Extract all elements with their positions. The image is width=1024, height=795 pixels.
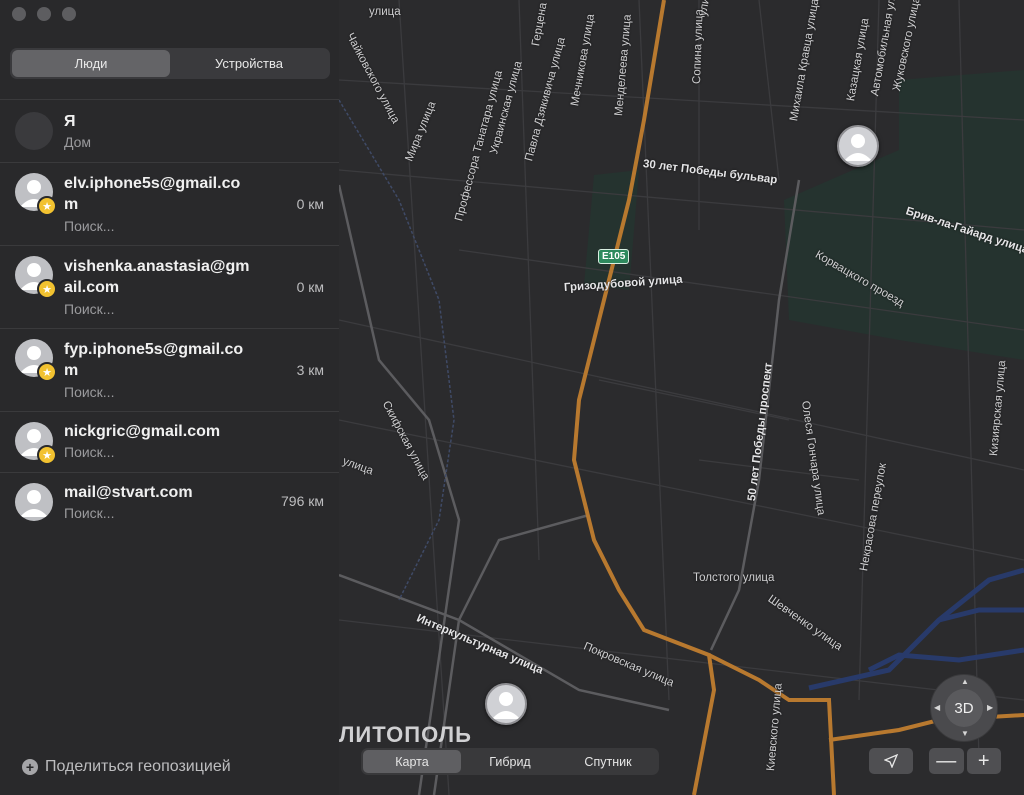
person-distance: 796 км — [281, 493, 324, 509]
map-type-satellite[interactable]: Спутник — [559, 750, 657, 773]
star-icon: ★ — [37, 196, 57, 216]
person-name: mail@stvart.com — [64, 484, 193, 501]
tab-people[interactable]: Люди — [12, 50, 170, 77]
star-icon: ★ — [37, 279, 57, 299]
map-type-map[interactable]: Карта — [363, 750, 461, 773]
person-status: Поиск... — [64, 444, 115, 460]
city-label: ЛИТОПОЛЬ — [339, 722, 472, 747]
person-distance: 0 км — [296, 196, 324, 212]
minimize-window-button[interactable] — [37, 7, 51, 21]
map-canvas — [339, 0, 1024, 795]
map-view[interactable]: Чайковского улица улица Герцена Мечников… — [339, 0, 1024, 795]
zoom-control: — + — [929, 748, 1001, 774]
tab-devices[interactable]: Устройства — [170, 50, 328, 77]
person-status: Поиск... — [64, 384, 115, 400]
list-item[interactable]: ★ vishenka.anastasia@gmail.com Поиск... … — [0, 245, 339, 328]
person-name: fyp.iphone5s@gmail.com — [64, 341, 244, 379]
list-item[interactable]: ★ nickgric@gmail.com Поиск... — [0, 411, 339, 472]
compass-west-tick: ◀ — [934, 703, 941, 712]
plus-icon: + — [22, 759, 38, 775]
person-status: Поиск... — [64, 218, 115, 234]
compass-control[interactable]: ▲ ▼ ◀ ▶ 3D — [931, 675, 997, 741]
list-item[interactable]: ★ elv.iphone5s@gmail.com Поиск... 0 км — [0, 162, 339, 245]
street-label: Толстого улица — [693, 572, 775, 584]
person-distance: 0 км — [296, 279, 324, 295]
close-window-button[interactable] — [12, 7, 26, 21]
list-item[interactable]: mail@stvart.com Поиск... 796 км — [0, 472, 339, 533]
sidebar: Люди Устройства Я Дом ★ elv.iphone5s@gma… — [0, 0, 340, 795]
friend-pin[interactable] — [485, 683, 527, 725]
person-name: vishenka.anastasia@gmail.com — [64, 258, 250, 296]
person-status: Поиск... — [64, 505, 115, 521]
find-my-friends-window: Люди Устройства Я Дом ★ elv.iphone5s@gma… — [0, 0, 1024, 795]
person-name: nickgric@gmail.com — [64, 423, 221, 440]
list-item[interactable]: ★ fyp.iphone5s@gmail.com Поиск... 3 км — [0, 328, 339, 411]
list-item-me[interactable]: Я Дом — [0, 99, 339, 162]
share-location-button[interactable]: + Поделиться геопозицией — [22, 758, 231, 776]
route-shield: E105 — [598, 249, 630, 264]
person-status: Поиск... — [64, 301, 115, 317]
star-icon: ★ — [37, 362, 57, 382]
person-distance: 3 км — [296, 362, 324, 378]
share-location-label: Поделиться геопозицией — [45, 758, 231, 775]
person-name: elv.iphone5s@gmail.com — [64, 175, 241, 213]
map-type-hybrid[interactable]: Гибрид — [461, 750, 559, 773]
person-status: Дом — [64, 134, 92, 150]
star-icon: ★ — [37, 445, 57, 465]
person-silhouette-icon — [15, 483, 53, 521]
compass-south-tick: ▼ — [961, 729, 969, 738]
zoom-in-button[interactable]: + — [966, 748, 1001, 774]
avatar — [15, 112, 53, 150]
location-arrow-icon — [884, 754, 898, 768]
people-devices-segmented-control: Люди Устройства — [10, 48, 330, 79]
zoom-window-button[interactable] — [62, 7, 76, 21]
3d-toggle-button[interactable]: 3D — [945, 689, 983, 727]
people-list: Я Дом ★ elv.iphone5s@gmail.com Поиск... … — [0, 99, 339, 533]
map-type-segmented-control: Карта Гибрид Спутник — [361, 748, 659, 775]
street-label: улица — [369, 6, 401, 18]
person-name: Я — [64, 113, 76, 130]
compass-east-tick: ▶ — [987, 703, 994, 712]
friend-pin[interactable] — [837, 125, 879, 167]
zoom-out-button[interactable]: — — [929, 748, 964, 774]
current-location-button[interactable] — [869, 748, 913, 774]
compass-north-tick: ▲ — [961, 677, 969, 686]
